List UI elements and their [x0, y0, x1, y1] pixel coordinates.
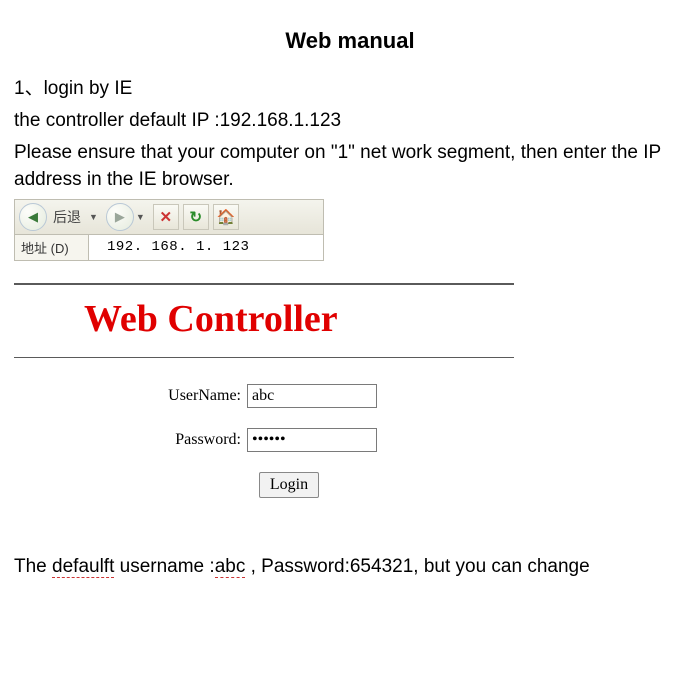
back-dropdown-icon[interactable]: ▼ [89, 212, 98, 222]
username-row: UserName: [14, 384, 514, 408]
footer-abc: abc [215, 556, 246, 578]
stop-icon: ✕ [160, 208, 173, 226]
back-button[interactable]: ◀ [19, 203, 47, 231]
home-button[interactable]: 🏠 [213, 204, 239, 230]
password-label: Password: [151, 431, 241, 449]
address-input[interactable]: 192. 168. 1. 123 [89, 235, 323, 260]
intro-line-1: 1、login by IE [14, 76, 686, 102]
footer-part-3: , Password:654321, but you can change [245, 556, 589, 577]
controller-heading: Web Controller [14, 297, 514, 341]
page-title: Web manual [14, 28, 686, 54]
back-arrow-icon: ◀ [28, 209, 38, 225]
divider-bottom [14, 357, 514, 358]
login-button-row: Login [14, 472, 514, 498]
footer-defaulft: defaulft [52, 556, 114, 578]
divider-top [14, 283, 514, 285]
login-button[interactable]: Login [259, 472, 319, 498]
footer-part-1: The [14, 556, 52, 577]
stop-button[interactable]: ✕ [153, 204, 179, 230]
forward-dropdown-icon[interactable]: ▼ [136, 212, 145, 222]
footer-text: The defaulft username :abc , Password:65… [14, 556, 686, 578]
back-label: 后退 [53, 207, 81, 227]
password-row: Password: [14, 428, 514, 452]
address-label: 地址 (D) [15, 235, 89, 260]
intro-line-2: the controller default IP :192.168.1.123 [14, 108, 686, 134]
refresh-icon: ↻ [190, 208, 203, 226]
refresh-button[interactable]: ↻ [183, 204, 209, 230]
footer-part-2: username : [114, 556, 214, 577]
address-bar-row: 地址 (D) 192. 168. 1. 123 [14, 235, 324, 261]
forward-button[interactable]: ▶ [106, 203, 134, 231]
home-icon: 🏠 [217, 208, 236, 226]
username-label: UserName: [151, 387, 241, 405]
forward-arrow-icon: ▶ [115, 209, 125, 225]
password-field[interactable] [247, 428, 377, 452]
username-field[interactable] [247, 384, 377, 408]
browser-chrome: ◀ 后退 ▼ ▶ ▼ ✕ ↻ 🏠 地址 (D) 192. 168. 1. 123 [14, 199, 324, 261]
login-panel: Web Controller UserName: Password: Login [14, 283, 514, 498]
intro-line-3: Please ensure that your computer on "1" … [14, 140, 686, 192]
browser-toolbar: ◀ 后退 ▼ ▶ ▼ ✕ ↻ 🏠 [14, 199, 324, 235]
